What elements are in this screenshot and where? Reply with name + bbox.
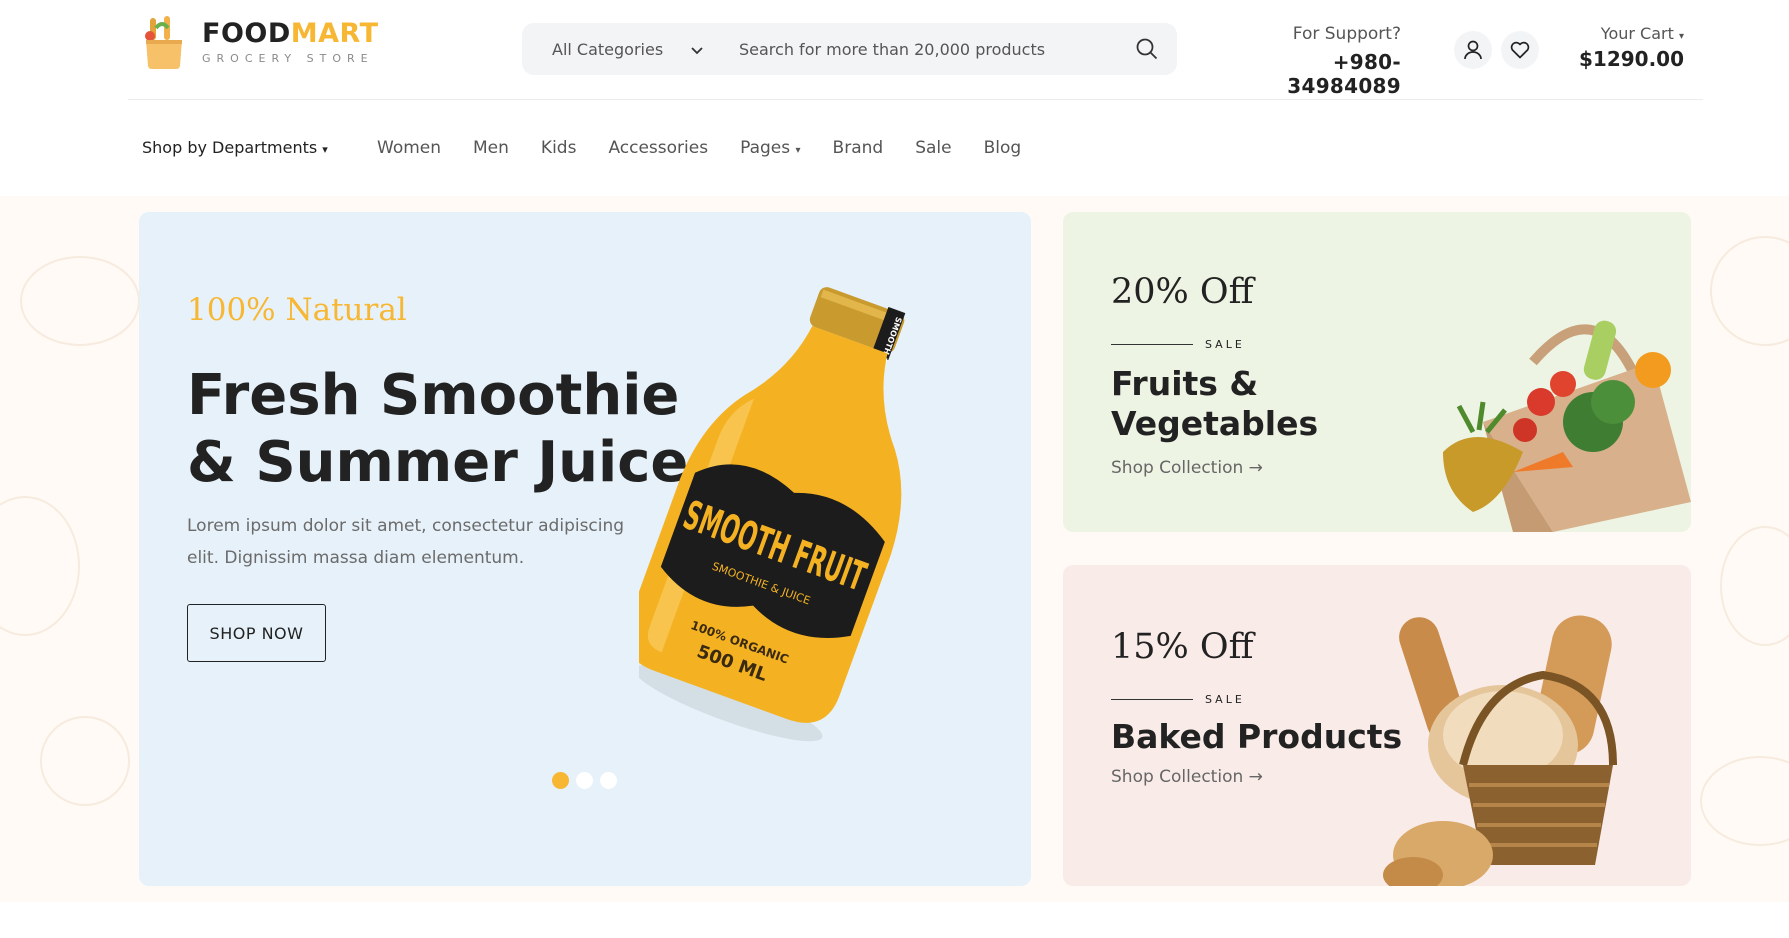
bread-basket-image [1383, 605, 1691, 886]
nav-link-sale[interactable]: Sale [915, 138, 951, 158]
caret-down-icon: ▾ [1678, 31, 1684, 42]
nav-link-kids[interactable]: Kids [541, 138, 577, 158]
promo-fruits-vegetables: 20% Off SALE Fruits & Vegetables Shop Co… [1063, 212, 1691, 532]
promo-discount: 20% Off [1111, 272, 1254, 312]
category-select[interactable]: All Categories [522, 40, 727, 59]
shop-by-departments-dropdown[interactable]: Shop by Departments ▾ [142, 138, 328, 157]
nav-links: Women Men Kids Accessories Pages ▾ Brand… [377, 138, 1053, 158]
promo-discount: 15% Off [1111, 627, 1254, 667]
search-input[interactable]: Search for more than 20,000 products [727, 40, 1117, 59]
logo-title: FOODMART [202, 17, 379, 49]
sale-tag: SALE [1111, 338, 1245, 351]
nav-link-pages[interactable]: Pages ▾ [740, 138, 800, 158]
carousel-dot-1[interactable] [552, 772, 569, 789]
support-info: For Support? +980-34984089 [1230, 24, 1401, 98]
cart-amount: $1290.00 [1578, 47, 1684, 71]
hero-description: Lorem ipsum dolor sit amet, consectetur … [187, 516, 625, 568]
hero-banner: 100% Natural Fresh Smoothie & Summer Jui… [139, 212, 1031, 886]
vegetable-bag-image [1413, 302, 1691, 532]
hero-eyebrow: 100% Natural [187, 292, 407, 328]
carousel-dot-3[interactable] [600, 772, 617, 789]
shop-collection-link[interactable]: Shop Collection → [1111, 458, 1263, 478]
carousel-dot-2[interactable] [576, 772, 593, 789]
grocery-bag-logo-icon [142, 14, 188, 70]
nav-link-blog[interactable]: Blog [984, 138, 1022, 158]
category-select-value: All Categories [552, 39, 664, 59]
cart[interactable]: Your Cart ▾ $1290.00 [1560, 24, 1684, 71]
shop-now-button[interactable]: SHOP NOW [187, 604, 326, 662]
hero-title: Fresh Smoothie & Summer Juice [187, 363, 689, 495]
cart-label: Your Cart ▾ [1600, 24, 1684, 43]
nav-link-accessories[interactable]: Accessories [608, 138, 708, 158]
search-icon[interactable] [1117, 38, 1177, 60]
shop-collection-link[interactable]: Shop Collection → [1111, 767, 1263, 787]
search-bar: All Categories Search for more than 20,0… [522, 23, 1177, 75]
heart-icon[interactable] [1501, 31, 1539, 69]
smoothie-bottle-image: SMOOTH F SMOOTH FRUIT SMOOTHIE & JUICE 1… [625, 267, 939, 747]
support-phone[interactable]: +980-34984089 [1230, 50, 1401, 98]
main-nav: Shop by Departments ▾ Women Men Kids Acc… [0, 130, 1789, 166]
promo-title: Fruits & Vegetables [1111, 364, 1319, 443]
caret-down-icon: ▾ [322, 143, 328, 156]
carousel-dots [552, 772, 624, 789]
support-label: For Support? [1292, 24, 1401, 44]
header-divider [128, 99, 1703, 100]
nav-link-brand[interactable]: Brand [833, 138, 884, 158]
logo[interactable]: FOODMART GROCERY STORE [142, 14, 379, 70]
user-icon[interactable] [1454, 31, 1492, 69]
nav-link-men[interactable]: Men [473, 138, 509, 158]
promo-title: Baked Products [1111, 717, 1403, 756]
logo-subtitle: GROCERY STORE [202, 51, 374, 65]
nav-link-women[interactable]: Women [377, 138, 441, 158]
sale-tag: SALE [1111, 693, 1245, 706]
chevron-down-icon [691, 40, 703, 59]
caret-down-icon: ▾ [795, 145, 801, 156]
promo-baked-products: 15% Off SALE Baked Products Shop Collect… [1063, 565, 1691, 886]
site-header: FOODMART GROCERY STORE All Categories Se… [0, 0, 1789, 100]
